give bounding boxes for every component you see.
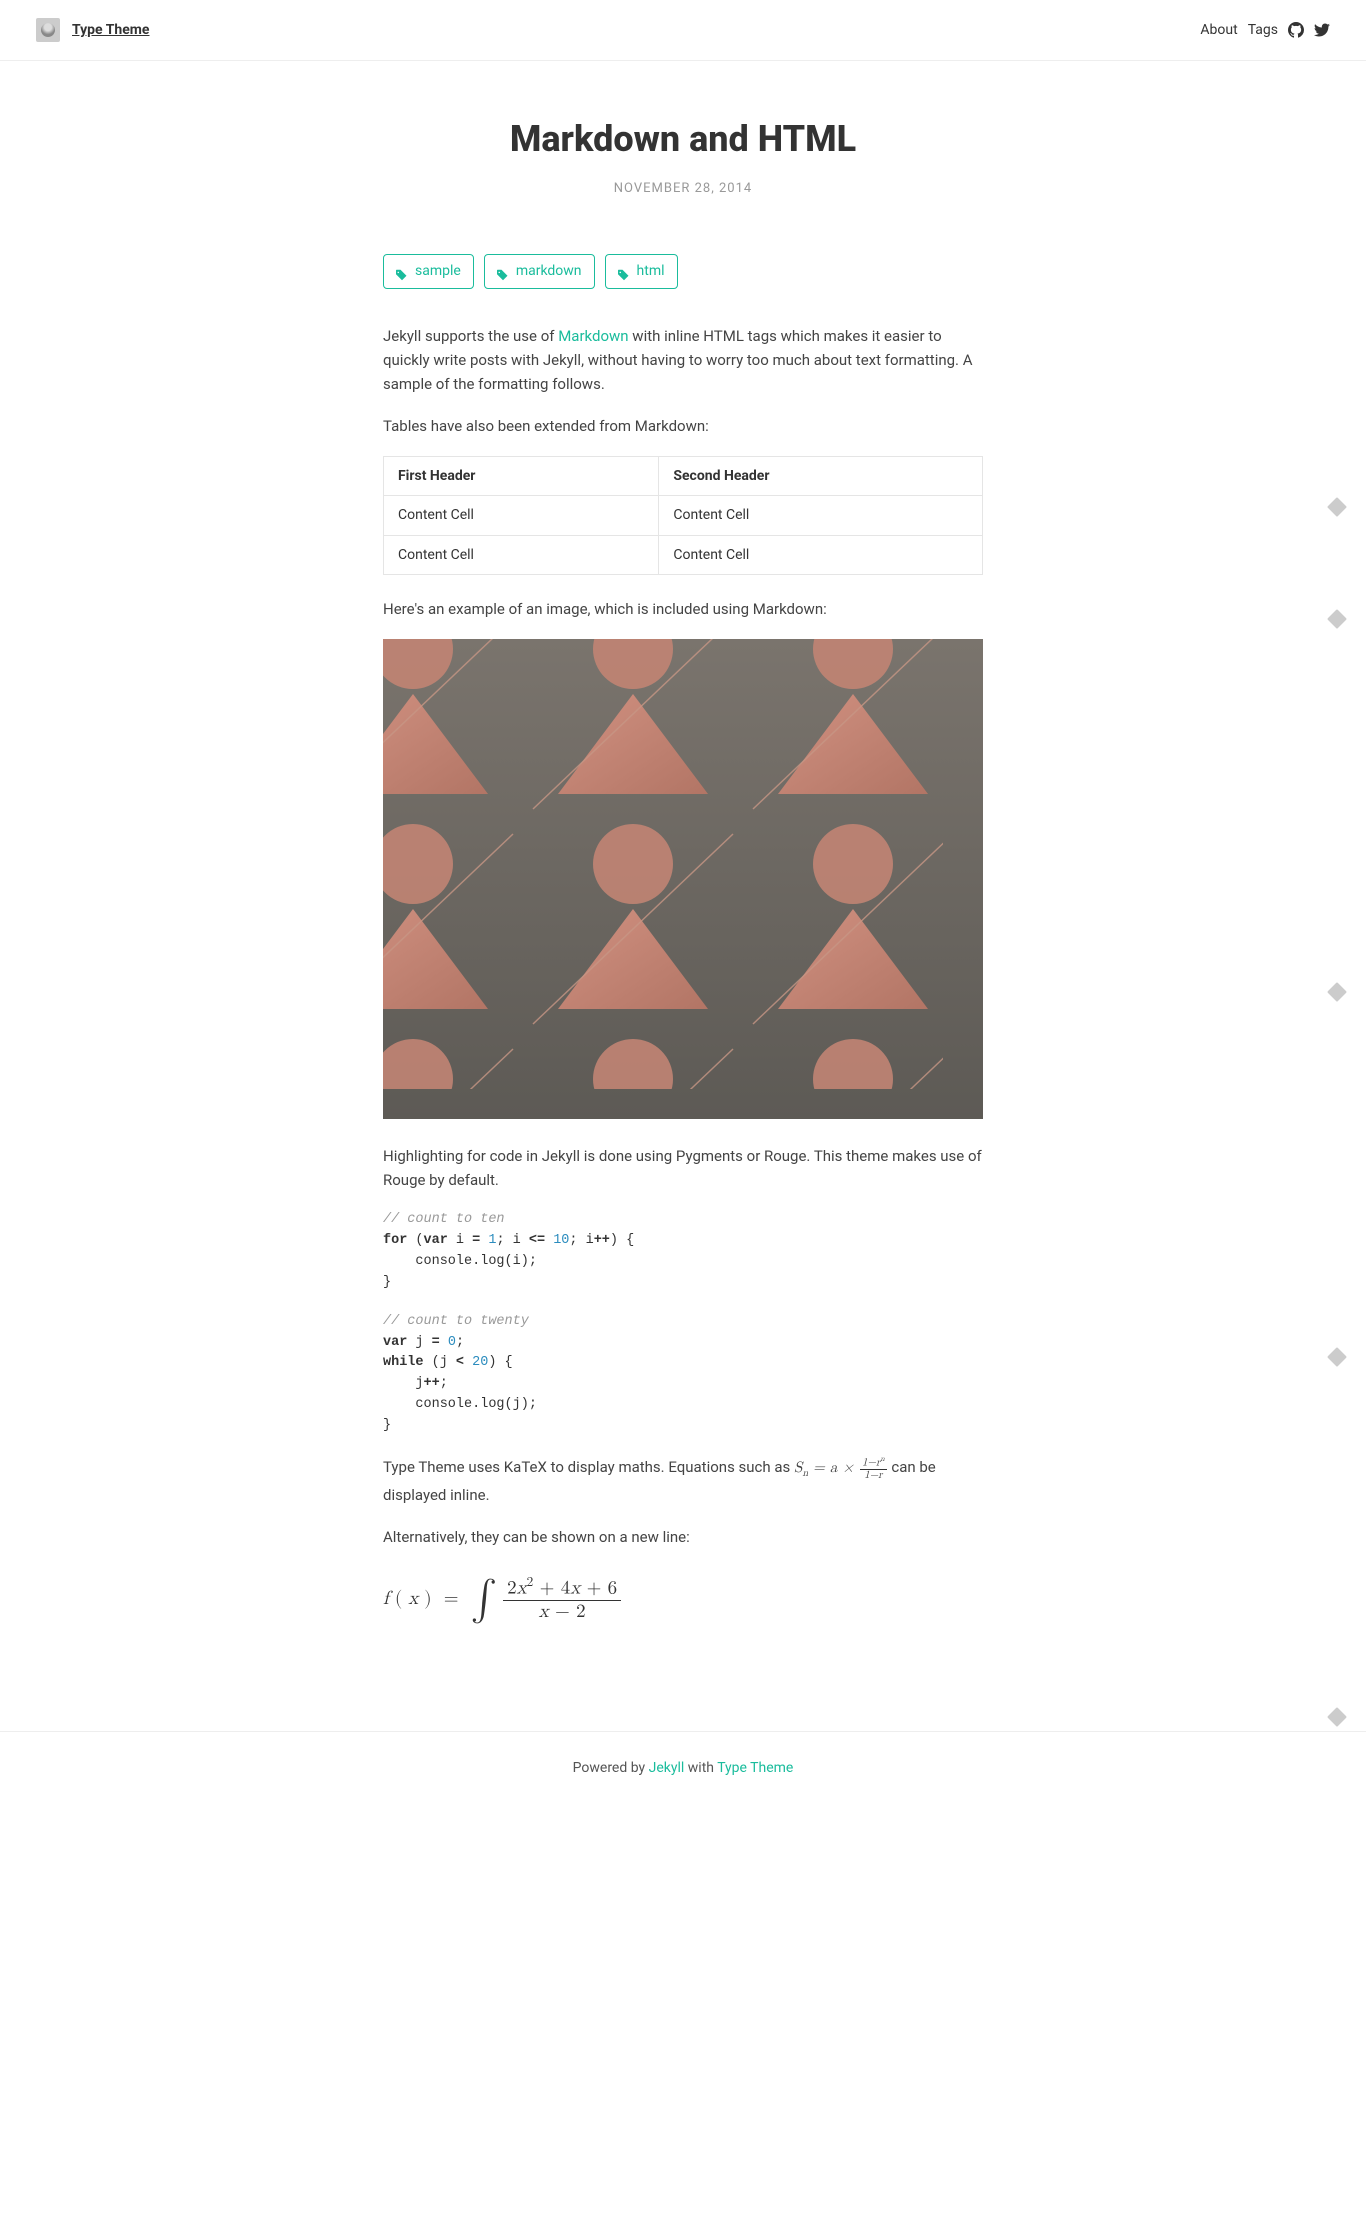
math-newline-intro: Alternatively, they can be shown on a ne… [383,1525,983,1549]
table-cell: Content Cell [384,535,659,574]
intro-prefix: Jekyll supports the use of [383,327,558,345]
post-container: Markdown and HTML NOVEMBER 28, 2014 samp… [363,61,1003,1731]
side-diamond-icon [1327,1707,1347,1727]
tables-intro: Tables have also been extended from Mark… [383,414,983,438]
example-table: First Header Second Header Content Cell … [383,456,983,575]
code-keyword: for [383,1233,407,1248]
display-math: f(x) = ∫ 2x2 + 4x + 6 x − 2 [383,1567,983,1631]
footer-mid: with [684,1760,717,1776]
side-diamond-icon [1327,609,1347,629]
twitter-icon[interactable] [1314,22,1330,38]
table-row: Content Cell Content Cell [384,535,983,574]
site-avatar[interactable] [36,18,60,42]
footer-jekyll-link[interactable]: Jekyll [649,1760,685,1776]
side-diamond-icon [1327,982,1347,1002]
table-row: Content Cell Content Cell [384,496,983,535]
code-number: 10 [553,1233,569,1248]
image-intro: Here's an example of an image, which is … [383,597,983,621]
code-number: 20 [472,1355,488,1370]
tag-list: sample markdown html [383,254,983,288]
code-block-2: // count to twenty var j = 0; while (j <… [383,1312,983,1438]
math-intro-prefix: Type Theme uses KaTeX to display maths. … [383,1458,794,1476]
tag-html[interactable]: html [605,254,678,288]
side-diamond-icon [1327,497,1347,517]
tag-label: html [637,260,665,282]
tag-markdown[interactable]: markdown [484,254,595,288]
nav-link-about[interactable]: About [1200,19,1237,41]
code-number: 1 [488,1233,496,1248]
code-comment: // count to ten [383,1212,505,1227]
side-diamond-icon [1327,1347,1347,1367]
tag-sample[interactable]: sample [383,254,474,288]
table-cell: Content Cell [659,535,983,574]
post-date: NOVEMBER 28, 2014 [383,179,983,200]
inline-math: Sn = a × 1−rn1−r [794,1460,888,1475]
site-title-link[interactable]: Type Theme [72,19,150,41]
hero-image [383,639,983,1119]
tag-icon [618,266,630,278]
nav-link-tags[interactable]: Tags [1248,19,1278,41]
code-keyword: var [424,1233,448,1248]
code-block-1: // count to ten for (var i = 1; i <= 10;… [383,1210,983,1294]
code-keyword: var [383,1335,407,1350]
code-keyword: while [383,1355,424,1370]
tag-icon [497,266,509,278]
intro-paragraph: Jekyll supports the use of Markdown with… [383,324,983,396]
tag-label: markdown [516,260,582,282]
footer-prefix: Powered by [573,1760,649,1776]
code-number: 0 [448,1335,456,1350]
top-nav: Type Theme About Tags [0,0,1366,61]
nav-right: About Tags [1200,19,1330,41]
highlight-intro: Highlighting for code in Jekyll is done … [383,1144,983,1192]
code-comment: // count to twenty [383,1314,529,1329]
markdown-link[interactable]: Markdown [558,327,628,345]
nav-left: Type Theme [36,18,150,42]
tag-icon [396,266,408,278]
table-cell: Content Cell [384,496,659,535]
github-icon[interactable] [1288,22,1304,38]
table-header: First Header [384,456,659,495]
tag-label: sample [415,260,461,282]
table-cell: Content Cell [659,496,983,535]
table-header: Second Header [659,456,983,495]
footer: Powered by Jekyll with Type Theme [0,1731,1366,1804]
math-inline-paragraph: Type Theme uses KaTeX to display maths. … [383,1455,983,1507]
footer-theme-link[interactable]: Type Theme [717,1760,793,1776]
post-title: Markdown and HTML [383,111,983,169]
